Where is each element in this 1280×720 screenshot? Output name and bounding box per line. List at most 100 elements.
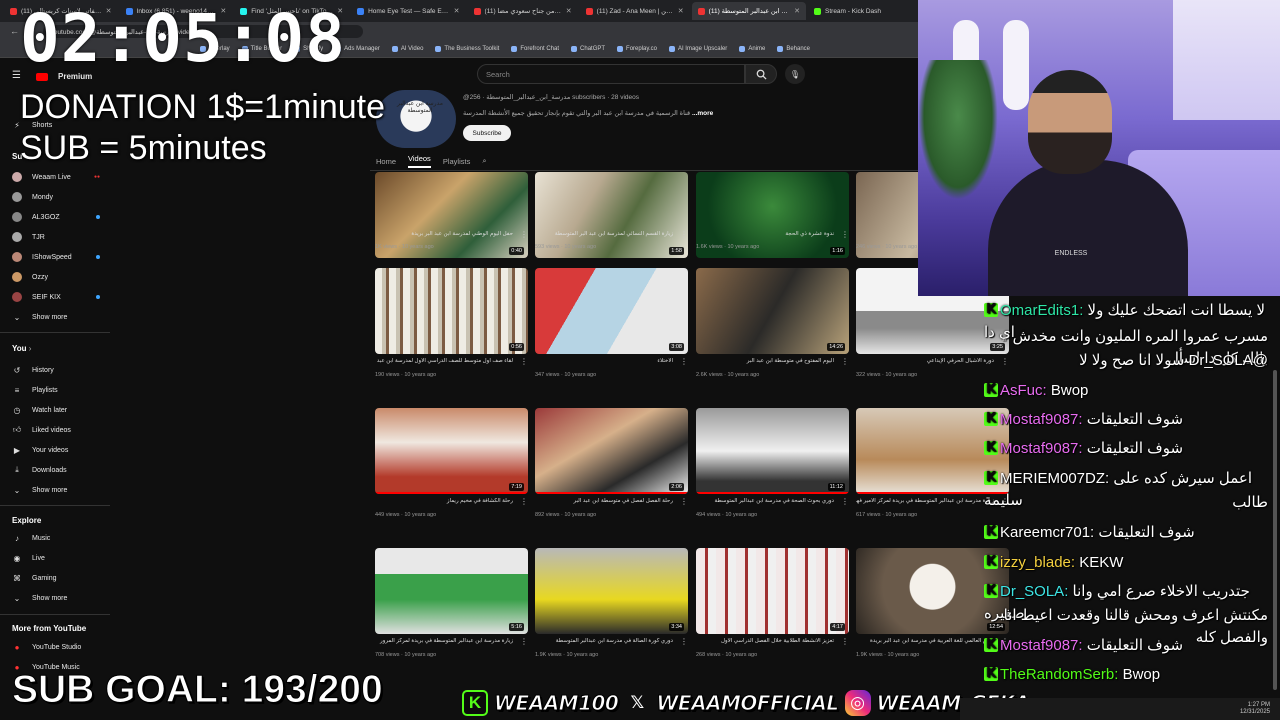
video-title[interactable]: الاختلاء bbox=[535, 358, 673, 364]
video-more-icon[interactable]: ⋮ bbox=[841, 497, 849, 506]
bookmark[interactable]: Foreplay.co bbox=[617, 46, 657, 52]
chat-username[interactable]: izzy_blade bbox=[1000, 554, 1071, 571]
sidebar-item-your-videos[interactable]: ▶ Your videos bbox=[12, 445, 68, 455]
browser-tab[interactable]: Stream - Kick Dash bbox=[808, 2, 918, 20]
chat-username[interactable]: Dr_SOLA bbox=[1000, 583, 1064, 600]
sidebar-show-more[interactable]: ⌄ Show more bbox=[12, 485, 68, 495]
sidebar-sub-mondy[interactable]: Mondy bbox=[12, 192, 53, 202]
sidebar-item-downloads[interactable]: ⤓ Downloads bbox=[12, 465, 66, 475]
sidebar-item-watch-later[interactable]: ◷ Watch later bbox=[12, 405, 68, 415]
video-more-icon[interactable]: ⋮ bbox=[520, 357, 528, 366]
video-more-icon[interactable]: ⋮ bbox=[841, 230, 849, 239]
browser-tab-active[interactable]: (11) مدرسة ابن عبدالبر المتوسطة✕ bbox=[691, 2, 807, 20]
sidebar-sub-seif-kix[interactable]: SEIF KIX bbox=[12, 292, 61, 302]
sidebar-item-playlists[interactable]: ≡ Playlists bbox=[12, 385, 58, 395]
chat-username[interactable]: Mostaf9087 bbox=[1000, 440, 1078, 457]
video-thumbnail[interactable]: 0:56 bbox=[375, 268, 528, 354]
sidebar-sub-tjr[interactable]: TJR bbox=[12, 232, 45, 242]
video-title[interactable]: زيارة مدرسة ابن عبدالبر المتوسطة في بريد… bbox=[375, 638, 513, 644]
video-title[interactable]: اليوم المفتوح في متوسطة ابن عبد البر bbox=[696, 358, 834, 364]
video-title[interactable]: دوري كورة الصالة في مدرسة ابن عبدالبر ال… bbox=[535, 638, 673, 644]
sidebar-item-gaming[interactable]: ⌘ Gaming bbox=[12, 573, 57, 583]
close-tab-icon[interactable]: ✕ bbox=[794, 7, 800, 15]
video-more-icon[interactable]: ⋮ bbox=[841, 637, 849, 646]
sidebar-item-history[interactable]: ↺ History bbox=[12, 365, 54, 375]
sidebar-item-youtube-studio[interactable]: ● YouTube Studio bbox=[12, 642, 82, 652]
chat-username[interactable]: MERIEM007DZ bbox=[1000, 470, 1105, 487]
chat-separator: : bbox=[1078, 440, 1087, 457]
bookmark[interactable]: The Business Toolkit bbox=[435, 46, 499, 52]
sidebar-show-more[interactable]: ⌄ Show more bbox=[12, 593, 68, 603]
video-title[interactable]: اليوم العالمي للغة العربية في مدرسة ابن … bbox=[856, 638, 994, 644]
search-button[interactable] bbox=[745, 64, 777, 84]
video-thumbnail[interactable]: 3:08 bbox=[535, 268, 688, 354]
bookmark[interactable]: AI Video bbox=[392, 46, 424, 52]
channel-description[interactable]: قناة الرسمية في مدرسة ابن عبد البر والتي… bbox=[463, 109, 713, 117]
video-thumbnail[interactable]: 5:16 bbox=[375, 548, 528, 634]
video-thumbnail[interactable]: 4:17 bbox=[696, 548, 849, 634]
video-thumbnail[interactable]: 7:19 bbox=[375, 408, 528, 494]
video-more-icon[interactable]: ⋮ bbox=[520, 637, 528, 646]
voice-search-button[interactable]: 🎙︎ bbox=[785, 64, 805, 84]
video-title[interactable]: رحلة الكشافة في مخيم ريماز bbox=[375, 498, 513, 504]
browser-tab[interactable]: Home Eye Test — Safe Eyes Ar✕ bbox=[351, 2, 465, 20]
search-input[interactable]: Search bbox=[477, 64, 745, 84]
tab-videos[interactable]: Videos bbox=[408, 154, 431, 168]
video-thumbnail[interactable]: 3:34 bbox=[535, 548, 688, 634]
back-icon[interactable]: ← bbox=[10, 26, 19, 36]
chat-username[interactable]: Kareemcr701 bbox=[1000, 524, 1090, 541]
tab-home[interactable]: Home bbox=[376, 157, 396, 166]
video-title[interactable]: زيارة القسم النسائي لمدرسة ابن عبد البر … bbox=[535, 231, 673, 237]
chat-scrollbar[interactable] bbox=[1273, 370, 1277, 690]
subscribe-button[interactable]: Subscribe bbox=[463, 125, 511, 141]
sidebar-item-music[interactable]: ♪ Music bbox=[12, 533, 50, 543]
channel-search-icon[interactable]: ⌕ bbox=[482, 156, 486, 166]
sidebar-item-liked-videos[interactable]: 👍︎ Liked videos bbox=[12, 425, 71, 435]
video-thumbnail[interactable]: 2:06 bbox=[535, 408, 688, 494]
you-heading[interactable]: You › bbox=[12, 344, 31, 353]
video-thumbnail[interactable]: 11:12 bbox=[696, 408, 849, 494]
tab-playlists[interactable]: Playlists bbox=[443, 157, 471, 166]
video-more-icon[interactable]: ⋮ bbox=[680, 637, 688, 646]
channel-avatar[interactable] bbox=[376, 90, 456, 148]
system-clock[interactable]: 1:27 PM 12/31/2025 bbox=[1240, 702, 1270, 716]
video-title[interactable]: تعزيز الأنشطة الطلابية خلال الفصل الدراس… bbox=[696, 638, 834, 644]
sidebar-item-live[interactable]: ◉ Live bbox=[12, 553, 45, 563]
description-more-link[interactable]: ...more bbox=[692, 110, 713, 117]
video-title[interactable]: رحلة الفصل لفصل في متوسطة ابن عبد البر bbox=[535, 498, 673, 504]
sidebar-sub-ishowspeed[interactable]: IShowSpeed bbox=[12, 252, 72, 262]
chat-username[interactable]: OmarEdits1 bbox=[1000, 302, 1079, 319]
chat-username[interactable]: Mostaf9087 bbox=[1000, 637, 1078, 654]
bookmark[interactable]: ChatGPT bbox=[571, 46, 605, 52]
video-more-icon[interactable]: ⋮ bbox=[680, 497, 688, 506]
video-title[interactable]: دورة الأشبال الحرفي الإبداعي bbox=[856, 358, 994, 364]
bookmark[interactable]: Anime bbox=[739, 46, 765, 52]
video-more-icon[interactable]: ⋮ bbox=[680, 230, 688, 239]
close-tab-icon[interactable]: ✕ bbox=[678, 7, 684, 15]
sidebar-sub-ozzy[interactable]: Ozzy bbox=[12, 272, 48, 282]
close-tab-icon[interactable]: ✕ bbox=[454, 7, 460, 15]
chat-username[interactable]: TheRandomSerb bbox=[1000, 666, 1114, 683]
divider bbox=[0, 614, 110, 615]
video-title[interactable]: دوري بحوث الصحة في مدرسة ابن عبدالبر الم… bbox=[696, 498, 834, 504]
chat-username[interactable]: AsFuc bbox=[1000, 382, 1043, 399]
sidebar-sub-al3goz[interactable]: AL3GOZ bbox=[12, 212, 60, 222]
bookmark[interactable]: AI Image Upscaler bbox=[669, 46, 727, 52]
browser-tab[interactable]: (11) Zad - Ana Meen | انا مين✕ bbox=[580, 2, 690, 20]
video-more-icon[interactable]: ⋮ bbox=[680, 357, 688, 366]
video-title[interactable]: زيارة مدرسة ابن عبدالبر المتوسطة في بريد… bbox=[856, 498, 994, 504]
video-more-icon[interactable]: ⋮ bbox=[520, 497, 528, 506]
bookmark[interactable]: Forefront Chat bbox=[511, 46, 559, 52]
sidebar-sub-weaam-live[interactable]: Weaam Live bbox=[12, 172, 71, 182]
video-more-icon[interactable]: ⋮ bbox=[841, 357, 849, 366]
video-thumbnail[interactable]: 14:26 bbox=[696, 268, 849, 354]
video-title[interactable]: لقاء صف أول متوسط للصف الدراسي الأول لمد… bbox=[375, 358, 513, 364]
video-more-icon[interactable]: ⋮ bbox=[520, 230, 528, 239]
video-title[interactable]: حفل اليوم الوطني لمدرسة ابن عبد البر بري… bbox=[375, 231, 513, 237]
browser-tab[interactable]: (11) هزيت من جناح سعودي مضا✕ bbox=[468, 2, 578, 20]
close-tab-icon[interactable]: ✕ bbox=[566, 7, 572, 15]
sidebar-show-more[interactable]: ⌄ Show more bbox=[12, 312, 68, 322]
chat-username[interactable]: Mostaf9087 bbox=[1000, 411, 1078, 428]
video-title[interactable]: ندوة عشرة ذي الحجة bbox=[696, 231, 834, 237]
bookmark[interactable]: Behance bbox=[777, 46, 810, 52]
